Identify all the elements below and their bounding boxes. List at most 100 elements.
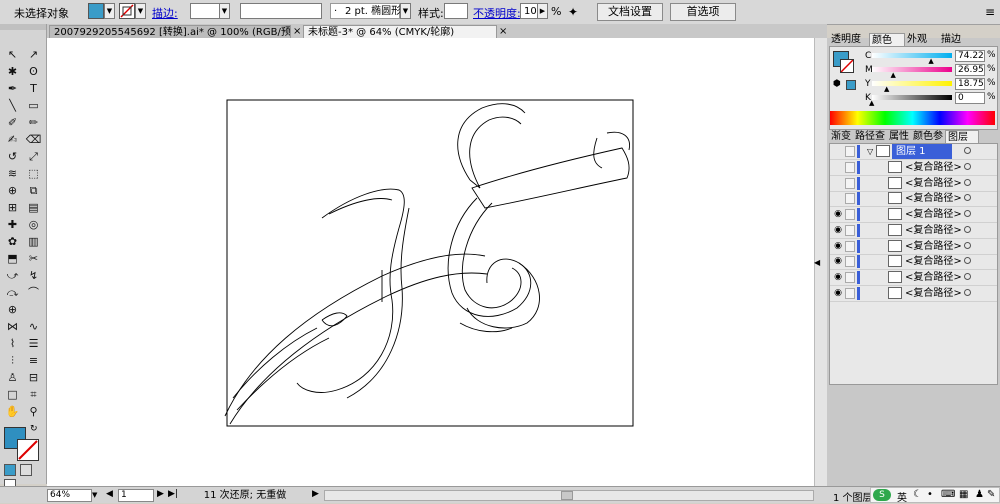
eye-icon[interactable]: ◉ [832, 271, 844, 284]
red-swirl-tool-icon[interactable]: ↯ [25, 267, 42, 284]
eyedropper-tool-icon[interactable]: ✚ [4, 216, 21, 233]
rectangle-tool-icon[interactable]: ▭ [25, 97, 42, 114]
layer-row[interactable]: ◉ <复合路径> [830, 239, 997, 255]
tab-document-2[interactable]: 未标题-3* @ 64% (CMYK/轮廓) [303, 25, 497, 38]
scale-tool-icon[interactable]: ⤢ [25, 148, 42, 165]
wave-tool-icon[interactable]: ∿ [25, 318, 42, 335]
tab-color[interactable]: 颜色 [869, 33, 905, 46]
color-spectrum[interactable] [830, 111, 995, 125]
slider-track[interactable] [872, 95, 952, 100]
tab-pathfinder[interactable]: 路径查 [853, 130, 887, 143]
eye-icon[interactable]: ◉ [832, 224, 844, 237]
stroke-swatch[interactable] [17, 439, 39, 461]
lock-toggle[interactable] [845, 240, 855, 252]
slider-value[interactable]: 18.75 [955, 78, 985, 90]
target-circle-icon[interactable] [964, 225, 971, 233]
horizontal-scrollbar[interactable] [324, 490, 814, 501]
zoom-tool-icon[interactable]: ⚲ [25, 403, 42, 420]
rotate-tool-icon[interactable]: ↺ [4, 148, 21, 165]
blend-tool-icon[interactable]: ◎ [25, 216, 42, 233]
sublayer-name[interactable]: <复合路径> [905, 207, 962, 222]
list-tool-icon[interactable]: ☰ [25, 335, 42, 352]
cube-icon[interactable]: ⬢ [833, 79, 841, 89]
lock-toggle[interactable] [845, 162, 855, 173]
sublayer-name[interactable]: <复合路径> [905, 239, 962, 254]
target-circle-icon[interactable] [964, 163, 971, 170]
tab-document-1[interactable]: 2007929205545692 [转换].ai* @ 100% (RGB/预览… [49, 25, 291, 38]
layer-name[interactable]: 图层 1 [892, 144, 952, 159]
preferences-button[interactable]: 首选项 [670, 3, 736, 21]
lock-toggle[interactable] [845, 271, 855, 283]
artboard-tool-icon[interactable]: ⬒ [4, 250, 21, 267]
selection-tool-icon[interactable]: ↖ [4, 46, 21, 63]
eye-icon[interactable] [832, 192, 844, 205]
layer-row[interactable]: <复合路径> [830, 176, 997, 192]
shape-builder-tool-icon[interactable]: ⊕ [4, 182, 21, 199]
sublayer-name[interactable]: <复合路径> [905, 176, 962, 191]
free-transform-tool-icon[interactable]: ⬚ [25, 165, 42, 182]
keyboard-icon[interactable]: ⌨ [941, 489, 955, 500]
wrench-icon[interactable]: ✎ [987, 489, 995, 500]
sublayer-name[interactable]: <复合路径> [905, 191, 962, 206]
document-setup-button[interactable]: 文档设置 [597, 3, 663, 21]
zoom-field[interactable]: 64% [47, 489, 92, 502]
tab-color-guide[interactable]: 颜色参 [911, 130, 945, 143]
sublayer-name[interactable]: <复合路径> [905, 160, 962, 175]
lock-toggle[interactable] [845, 209, 855, 221]
ime-logo-icon[interactable]: S [873, 489, 891, 501]
stack-tool-icon[interactable]: ≡ [25, 352, 42, 369]
target-circle-icon[interactable] [964, 288, 971, 296]
layer-row[interactable]: <复合路径> [830, 191, 997, 208]
blob-brush-tool-icon[interactable]: ✍ [4, 131, 21, 148]
lasso-tool-icon[interactable]: ʘ [25, 63, 42, 80]
crop-tool-icon[interactable]: ⌗ [25, 386, 42, 403]
tab-attributes[interactable]: 属性 [887, 130, 911, 143]
target-circle-icon[interactable] [964, 241, 971, 249]
panel-menu-icon[interactable]: ≡ [985, 3, 995, 21]
scroll-thumb[interactable] [561, 491, 573, 500]
dock-arrow-icon[interactable]: ◀ [814, 258, 827, 268]
target-circle-icon[interactable] [964, 210, 971, 218]
brush-dropdown[interactable]: ▼ [400, 3, 411, 19]
pen-tool-icon[interactable]: ✒ [4, 80, 21, 97]
crosshair-tool-icon[interactable]: ⊕ [4, 301, 21, 318]
red-curve-tool-icon[interactable]: ⤻ [4, 267, 21, 284]
sublayer-name[interactable]: <复合路径> [905, 254, 962, 269]
target-circle-icon[interactable] [964, 272, 971, 280]
mesh-tool-icon[interactable]: ⊞ [4, 199, 21, 216]
close-icon[interactable]: × [499, 26, 507, 37]
moon-icon[interactable]: ☾ [913, 489, 922, 500]
stroke-link[interactable]: 描边: [152, 5, 178, 21]
zigzag-tool-icon[interactable]: ⌇ [4, 335, 21, 352]
slider-thumb[interactable]: ▲ [891, 71, 896, 79]
color-mode-icon[interactable] [4, 464, 16, 476]
close-icon[interactable]: × [293, 26, 301, 37]
slider-value[interactable]: 26.95 [955, 64, 985, 76]
slider-track[interactable] [872, 67, 952, 72]
gradient-mode-icon[interactable] [19, 464, 32, 476]
lock-toggle[interactable] [845, 193, 855, 205]
slice-tool-icon[interactable]: ✂ [25, 250, 42, 267]
target-circle-icon[interactable] [964, 194, 971, 202]
type-tool-icon[interactable]: T [25, 80, 42, 97]
puppet-tool-icon[interactable]: ♙ [4, 369, 21, 386]
next-artboard-icon[interactable]: ▶ [157, 489, 164, 499]
sublayer-name[interactable]: <复合路径> [905, 286, 962, 301]
lock-toggle[interactable] [845, 146, 855, 157]
slider-value[interactable]: 74.22 [955, 50, 985, 62]
zoom-dropdown[interactable]: ▼ [92, 489, 102, 502]
layer-row[interactable]: ◉ <复合路径> [830, 286, 997, 302]
stroke-color-swatch[interactable] [119, 3, 135, 19]
eye-icon[interactable]: ◉ [832, 240, 844, 253]
tab-transparency[interactable]: 透明度 [829, 33, 869, 46]
perspective-tool-icon[interactable]: ⧉ [25, 182, 42, 199]
slider-thumb[interactable]: ▲ [884, 85, 889, 93]
grid-icon[interactable]: ▦ [959, 489, 968, 500]
recolor-icon[interactable]: ✦ [568, 4, 588, 20]
eye-icon[interactable]: ◉ [832, 255, 844, 268]
tab-stroke[interactable]: 描边 [939, 33, 973, 46]
layer-row[interactable]: ◉ <复合路径> [830, 254, 997, 271]
fill-color-swatch[interactable] [88, 3, 104, 19]
fill-dropdown[interactable]: ▼ [104, 3, 115, 19]
slider-thumb[interactable]: ▲ [928, 57, 933, 65]
